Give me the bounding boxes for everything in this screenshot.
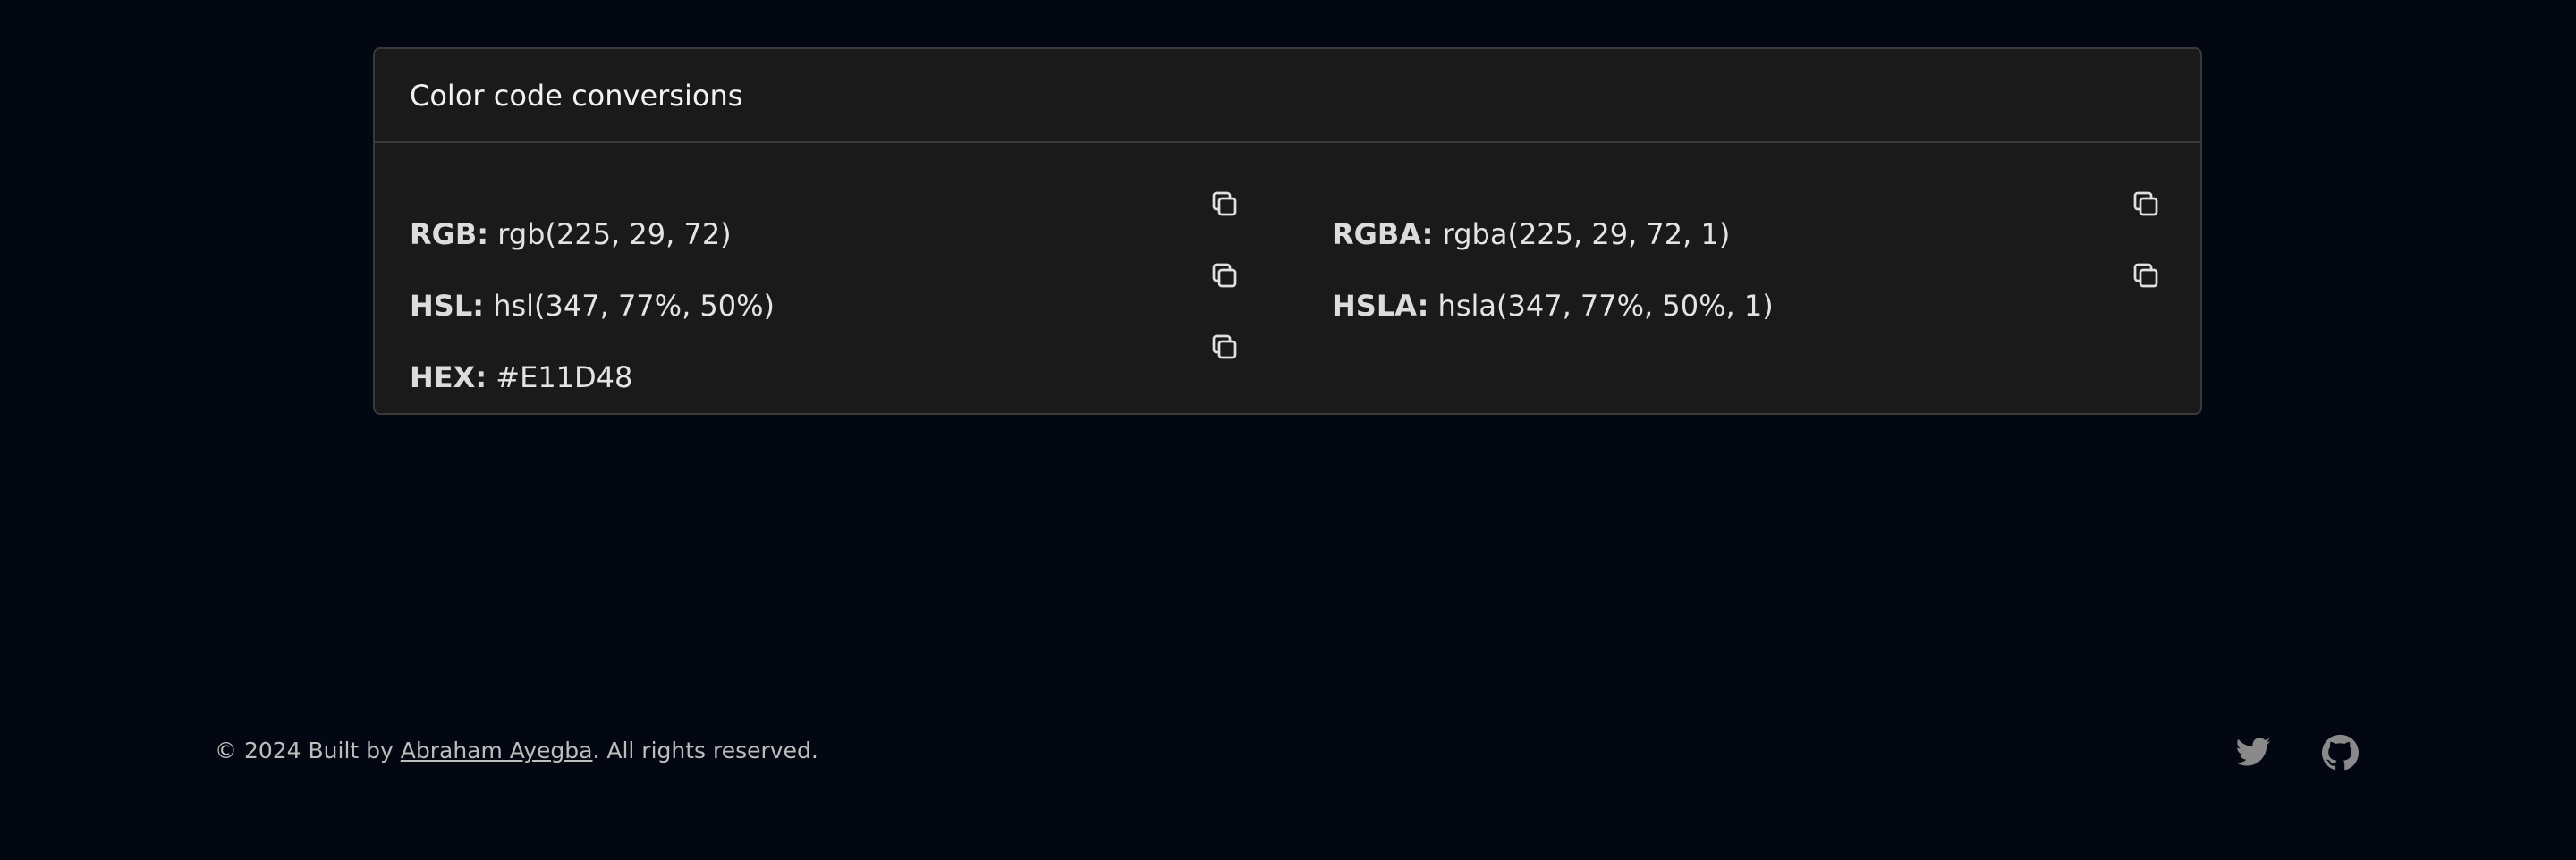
copy-rgba-button[interactable] [2128, 186, 2164, 222]
twitter-icon [2235, 738, 2271, 766]
hex-row: HEX: #E11D48 [410, 350, 632, 404]
copy-hex-button[interactable] [1207, 329, 1242, 365]
copy-icon [2133, 263, 2158, 288]
hsl-text: HSL: hsl(347, 77%, 50%) [410, 289, 775, 323]
hsla-text: HSLA: hsla(347, 77%, 50%, 1) [1332, 289, 1774, 323]
twitter-link[interactable] [2233, 733, 2273, 772]
copy-rgb-button[interactable] [1207, 186, 1242, 222]
github-link[interactable] [2320, 733, 2360, 772]
footer-copyright: © 2024 Built by Abraham Ayegba. All righ… [215, 738, 818, 763]
copy-hsla-button[interactable] [2128, 257, 2164, 293]
copy-icon [1212, 191, 1237, 216]
color-conversions-card: Color code conversions RGB: rgb(225, 29,… [373, 47, 2202, 415]
hsla-row: HSLA: hsla(347, 77%, 50%, 1) [1332, 279, 1774, 333]
footer-prefix: © 2024 Built by [215, 738, 401, 763]
hsl-row: HSL: hsl(347, 77%, 50%) [410, 279, 775, 333]
hsla-key: HSLA: [1332, 289, 1429, 323]
copy-icon [2133, 191, 2158, 216]
rgba-key: RGBA: [1332, 217, 1434, 251]
hex-text: HEX: #E11D48 [410, 360, 632, 394]
rgba-value: rgba(225, 29, 72, 1) [1442, 217, 1731, 251]
rgba-row: RGBA: rgba(225, 29, 72, 1) [1332, 207, 1730, 261]
author-link[interactable]: Abraham Ayegba [401, 738, 593, 763]
hex-key: HEX: [410, 360, 487, 394]
hex-value: #E11D48 [496, 360, 633, 394]
page: Color code conversions RGB: rgb(225, 29,… [0, 0, 2576, 860]
rgb-row: RGB: rgb(225, 29, 72) [410, 207, 732, 261]
card-title: Color code conversions [410, 78, 743, 113]
hsl-key: HSL: [410, 289, 485, 323]
copy-icon [1212, 263, 1237, 288]
rgb-value: rgb(225, 29, 72) [497, 217, 732, 251]
rgb-key: RGB: [410, 217, 489, 251]
copy-icon [1212, 334, 1237, 359]
rgb-text: RGB: rgb(225, 29, 72) [410, 217, 732, 251]
github-icon [2321, 734, 2359, 771]
hsl-value: hsl(347, 77%, 50%) [493, 289, 775, 323]
card-header: Color code conversions [375, 49, 2200, 143]
hsla-value: hsla(347, 77%, 50%, 1) [1437, 289, 1774, 323]
footer-suffix: . All rights reserved. [592, 738, 818, 763]
rgba-text: RGBA: rgba(225, 29, 72, 1) [1332, 217, 1730, 251]
copy-hsl-button[interactable] [1207, 257, 1242, 293]
